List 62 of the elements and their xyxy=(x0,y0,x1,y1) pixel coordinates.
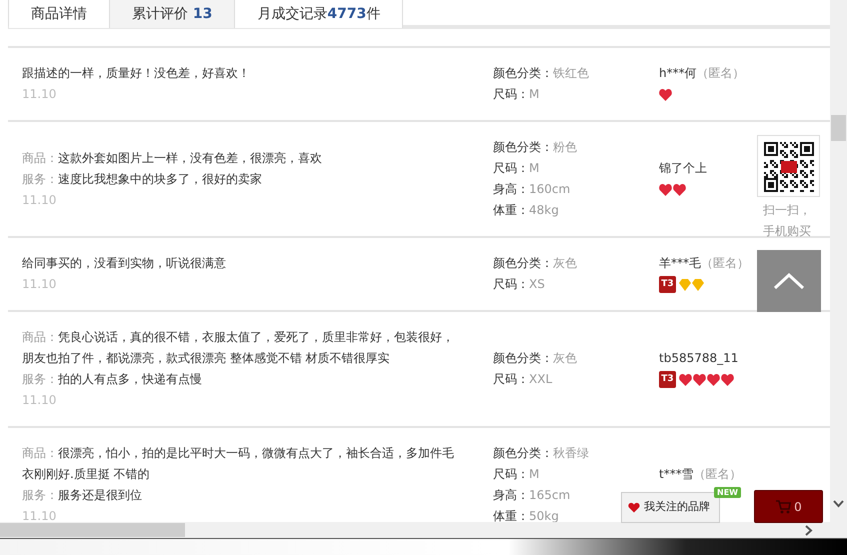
review-text: 服务：拍的人有点多，快递有点慢 xyxy=(22,371,202,388)
anonymous-label: （匿名） xyxy=(696,66,745,80)
spec-text: 身高：165cm xyxy=(493,487,570,504)
vertical-scrollbar[interactable] xyxy=(830,0,847,522)
spec-text: 颜色分类：铁红色 xyxy=(493,65,589,82)
tab[interactable]: 商品详情 xyxy=(9,0,110,28)
diamond-icon xyxy=(679,278,691,291)
level-badge: T3 xyxy=(659,371,676,388)
horizontal-scrollbar[interactable] xyxy=(0,522,847,538)
user-name: t***雪 xyxy=(659,467,694,481)
tab[interactable]: 累计评价 13 xyxy=(110,0,236,28)
review-text: 商品：这款外套如图片上一样，没有色差，很漂亮，喜欢 xyxy=(22,150,322,166)
review-date: 11.10 xyxy=(22,86,56,103)
spec-text: 身高：160cm xyxy=(493,181,570,198)
heart-icon xyxy=(673,184,686,196)
heart-icon xyxy=(628,502,640,513)
spec-text: 尺码：XS xyxy=(493,276,545,293)
spec-text: 颜色分类：粉色 xyxy=(493,139,577,156)
new-tag: NEW xyxy=(714,487,741,498)
review-date: 11.10 xyxy=(22,192,56,208)
spec-text: 体重：48kg xyxy=(493,202,559,219)
spec-text: 尺码：XXL xyxy=(493,371,552,388)
heart-icon xyxy=(721,374,734,386)
review-text: 给同事买的，没看到实物，听说很满意 xyxy=(22,255,226,272)
spec-text: 尺码：M xyxy=(493,86,540,103)
scroll-down-icon[interactable] xyxy=(833,500,844,508)
review-date: 11.10 xyxy=(22,392,56,409)
heart-icon xyxy=(707,374,720,386)
chevron-up-icon xyxy=(773,272,805,290)
review-text: 商品：凭良心说话，真的很不错，衣服太值了，爱死了，质里非常好，包装很好，朋友也拍了件，都说漂亮，款式很漂亮 整体感觉不错 材质不错很厚实 xyxy=(22,329,455,367)
spec-text: 颜色分类：灰色 xyxy=(493,255,577,272)
user-name: 羊***毛 xyxy=(659,256,701,270)
spec-text: 颜色分类：灰色 xyxy=(493,350,577,367)
anonymous-label: （匿名） xyxy=(694,467,742,481)
spec-text: 颜色分类：秋香绿 xyxy=(493,445,589,462)
heart-icon xyxy=(693,374,706,386)
level-badge: T3 xyxy=(659,276,676,294)
back-to-top-button[interactable] xyxy=(757,250,821,312)
user-name: 锦了个上 xyxy=(659,161,707,175)
qr-code xyxy=(757,135,820,197)
qr-caption: 扫一扫，手机购买 xyxy=(763,202,812,240)
heart-icon xyxy=(659,88,672,101)
review-text: 服务：服务还是很到位 xyxy=(22,487,142,504)
heart-icon xyxy=(679,374,692,386)
review-text: 跟描述的一样，质量好！没色差，好喜欢！ xyxy=(22,65,250,82)
scrollbar-thumb[interactable] xyxy=(831,115,846,141)
user-name: tb585788_11 xyxy=(659,351,738,365)
spec-text: 尺码：M xyxy=(493,466,540,483)
heart-icon xyxy=(659,184,672,196)
cart-icon xyxy=(775,500,792,514)
diamond-icon xyxy=(692,278,704,291)
review-date: 11.10 xyxy=(22,276,56,293)
review-date: 11.10 xyxy=(22,508,56,522)
user-name: h***何 xyxy=(659,66,697,80)
cart-button[interactable]: 0 xyxy=(754,490,823,523)
spec-text: 尺码：M xyxy=(493,160,540,177)
scrollbar-thumb[interactable] xyxy=(0,523,185,537)
scroll-right-icon[interactable] xyxy=(805,525,813,536)
tab[interactable]: 月成交记录4773件 xyxy=(235,0,404,28)
review-text: 服务：速度比我想象中的块多了，很好的卖家 xyxy=(22,170,262,188)
anonymous-label: （匿名） xyxy=(701,256,749,270)
review-text: 商品：很漂亮，怕小，拍的是比平时大一码，微微有点大了，袖长合适，多加件毛衣刚刚好.质里挺 不错的 xyxy=(22,445,455,483)
